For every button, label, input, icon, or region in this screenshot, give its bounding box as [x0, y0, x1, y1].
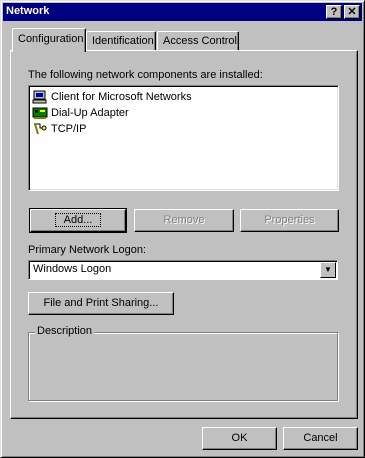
list-item-label: Client for Microsoft Networks [51, 91, 192, 103]
list-item-label: Dial-Up Adapter [51, 107, 129, 119]
tab-identification[interactable]: Identification [86, 31, 156, 51]
remove-button[interactable]: Remove [134, 209, 234, 232]
network-protocol-icon [32, 122, 48, 136]
primary-logon-select[interactable]: Windows Logon ▼ [28, 260, 338, 280]
properties-button[interactable]: Properties [240, 209, 339, 232]
help-button[interactable]: ? [326, 5, 342, 19]
tab-access-control[interactable]: Access Control [157, 31, 239, 51]
cancel-button[interactable]: Cancel [283, 427, 358, 450]
chevron-down-icon[interactable]: ▼ [320, 262, 336, 278]
add-button-label: Add... [54, 213, 102, 227]
network-dialog: Network ? ✕ Configuration Identification… [0, 0, 365, 458]
tab-configuration[interactable]: Configuration [12, 28, 86, 52]
components-list[interactable]: Client for Microsoft Networks Dial-Up Ad… [28, 85, 339, 191]
list-item-label: TCP/IP [51, 123, 87, 135]
description-legend: Description [35, 325, 95, 337]
close-button[interactable]: ✕ [344, 5, 360, 19]
list-item[interactable]: Client for Microsoft Networks [32, 89, 335, 105]
window-title: Network [6, 5, 50, 17]
file-print-sharing-button[interactable]: File and Print Sharing... [28, 292, 174, 315]
network-adapter-icon [32, 106, 48, 120]
list-item[interactable]: TCP/IP [32, 121, 335, 137]
add-button[interactable]: Add... [29, 208, 127, 233]
description-group: Description [28, 325, 338, 401]
components-heading: The following network components are ins… [28, 69, 263, 81]
list-item[interactable]: Dial-Up Adapter [32, 105, 335, 121]
network-client-icon [32, 90, 48, 104]
primary-logon-label: Primary Network Logon: [28, 244, 146, 256]
primary-logon-value: Windows Logon [33, 263, 112, 275]
title-bar[interactable]: Network ? ✕ [3, 3, 362, 21]
ok-button[interactable]: OK [202, 427, 277, 450]
